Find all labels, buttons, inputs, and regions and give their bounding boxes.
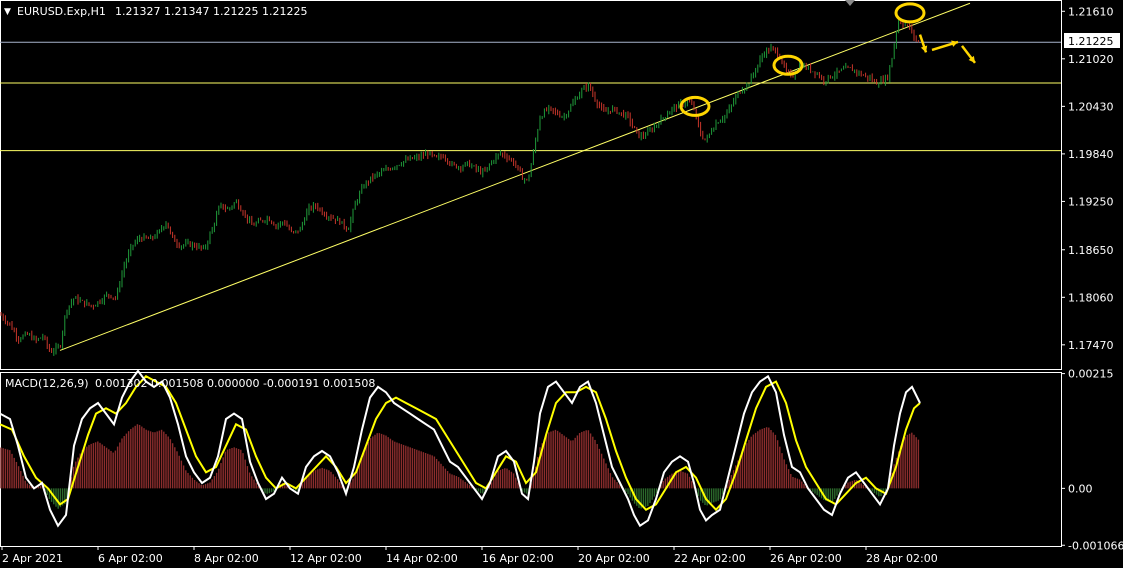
annotations-layer: [679, 2, 976, 117]
symbol-label: EURUSD.Exp,H1: [17, 5, 106, 18]
highlight-circle: [894, 2, 926, 24]
chart-shift-marker[interactable]: [845, 0, 855, 6]
candles-layer: [0, 18, 919, 356]
price-tick-label: 1.18060: [1068, 291, 1114, 304]
price-tick-label: 1.21020: [1068, 53, 1114, 66]
price-tick-label: 1.20430: [1068, 100, 1114, 113]
time-tick-label: 14 Apr 02:00: [386, 552, 458, 565]
horizontal-levels: [0, 41, 1061, 152]
highlight-circle: [772, 54, 804, 76]
price-tick-label: 1.19250: [1068, 195, 1114, 208]
time-tick-label: 16 Apr 02:00: [482, 552, 554, 565]
macd-axis: 0.00215 0.00 -0.001066: [1061, 368, 1123, 552]
time-tick-label: 22 Apr 02:00: [674, 552, 746, 565]
current-price-text: 1.21225: [1068, 35, 1114, 48]
chart-canvas[interactable]: 1.21610 1.21020 1.20430 1.19840 1.19250 1.186…: [0, 0, 1123, 568]
trendline: [59, 2, 971, 351]
price-tick-label: 1.21610: [1068, 5, 1114, 18]
time-tick-label: 6 Apr 02:00: [98, 552, 163, 565]
trendline-layer: [59, 2, 971, 351]
trading-chart-window: 1.21610 1.21020 1.20430 1.19840 1.19250 1.186…: [0, 0, 1123, 568]
price-tick-label: 1.18650: [1068, 244, 1114, 257]
price-tick-label: 1.19840: [1068, 148, 1114, 161]
time-tick-label: 12 Apr 02:00: [290, 552, 362, 565]
price-axis: 1.21610 1.21020 1.20430 1.19840 1.19250 1.186…: [1061, 5, 1114, 352]
time-tick-label: 28 Apr 02:00: [866, 552, 938, 565]
time-tick-label: 8 Apr 02:00: [194, 552, 259, 565]
macd-tick-label: 0.00: [1068, 482, 1093, 495]
time-tick-label: 20 Apr 02:00: [578, 552, 650, 565]
price-panel[interactable]: [0, 2, 1061, 356]
chart-menu-icon[interactable]: ▼: [4, 7, 11, 17]
macd-label: MACD(12,26,9): [5, 377, 89, 390]
ohlc-values: 1.21327 1.21347 1.21225 1.21225: [115, 5, 307, 18]
macd-tick-label: 0.00215: [1068, 368, 1114, 381]
price-tick-label: 1.17470: [1068, 339, 1114, 352]
time-axis: 2 Apr 2021 6 Apr 02:00 8 Apr 02:00 12 Apr 0…: [1, 546, 938, 565]
macd-tick-label: -0.001066: [1068, 539, 1123, 552]
macd-histogram: [0, 424, 920, 509]
time-tick-label: 2 Apr 2021: [2, 552, 63, 565]
price-panel-border: [0, 0, 1062, 370]
macd-panel[interactable]: [0, 369, 921, 528]
time-tick-label: 26 Apr 02:00: [770, 552, 842, 565]
macd-values: 0.001302 0.001508 0.000000 -0.000191 0.0…: [95, 377, 375, 390]
